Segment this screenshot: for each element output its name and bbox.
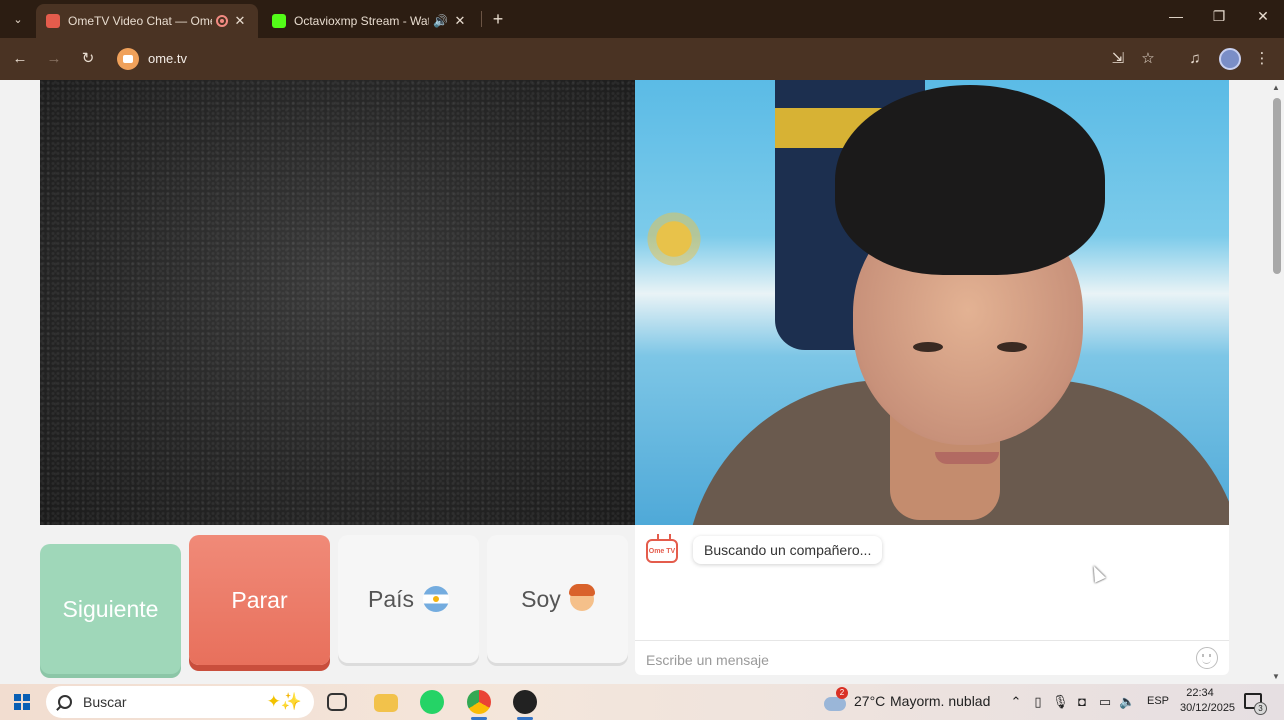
flag-sun-decoration (643, 208, 705, 270)
scroll-down-arrow-icon[interactable]: ▼ (1272, 672, 1280, 681)
language-indicator[interactable]: ESP (1147, 695, 1169, 707)
person-eye (913, 342, 943, 352)
install-app-icon[interactable]: ⇲ (1108, 49, 1128, 69)
file-explorer-icon[interactable] (374, 694, 398, 712)
chat-status-message: Buscando un compañero... (693, 536, 883, 564)
tab-divider (481, 11, 482, 27)
ometv-page: Siguiente Parar País Soy Ome TV Buscando… (0, 80, 1270, 684)
next-button-label: Siguiente (62, 595, 159, 622)
task-view-icon[interactable] (327, 693, 347, 711)
country-filter-button[interactable]: País (338, 535, 479, 663)
tab-search-button[interactable]: ⌄ (6, 7, 30, 31)
close-window-icon[interactable]: ✕ (1253, 8, 1273, 25)
person-hair (835, 85, 1105, 275)
browser-tab-bar: ⌄ OmeTV Video Chat — OmeTV: Chatea con d… (0, 0, 1284, 38)
weather-icon[interactable]: 2 (824, 687, 848, 711)
windows-start-icon[interactable] (14, 694, 30, 710)
network-icon[interactable]: ▭ (1097, 694, 1113, 710)
close-tab-icon[interactable]: ✕ (232, 13, 248, 29)
tab-kick-stream[interactable]: Octavioxmp Stream - Watch Live on Kick 🔊… (262, 4, 478, 38)
ometv-logo-icon: Ome TV (646, 539, 678, 563)
stop-button-label: Parar (231, 586, 288, 613)
kick-favicon-icon (272, 14, 286, 28)
copilot-sparkle-icon: ✦✨ (266, 692, 302, 711)
clock-time: 22:34 (1186, 687, 1214, 699)
minimize-icon[interactable]: — (1166, 8, 1186, 24)
clock-date: 30/12/2025 (1180, 702, 1236, 714)
tab-title: OmeTV Video Chat — OmeTV: Chatea con des… (68, 14, 212, 28)
site-info-icon[interactable] (117, 48, 139, 70)
weather-badge: 2 (836, 687, 848, 699)
chrome-icon[interactable] (467, 690, 491, 714)
show-hidden-icons-chevron-icon[interactable]: ⌃ (1008, 694, 1024, 710)
page-scrollbar[interactable]: ▲ ▼ (1270, 80, 1284, 684)
soy-button-label: Soy (521, 585, 561, 612)
back-icon[interactable]: ← (10, 49, 30, 69)
taskbar-search-box[interactable]: Buscar ✦✨ (46, 686, 314, 718)
profile-avatar[interactable] (1219, 48, 1241, 70)
emoji-picker-icon[interactable] (1196, 647, 1218, 669)
new-tab-button[interactable]: + (488, 9, 508, 29)
next-button[interactable]: Siguiente (40, 544, 181, 674)
person-eye (997, 342, 1027, 352)
scroll-thumb[interactable] (1273, 98, 1281, 274)
stranger-video (40, 80, 635, 525)
weather-temperature[interactable]: 27°C (854, 693, 885, 709)
chat-message-input[interactable] (646, 650, 1186, 670)
obs-icon[interactable] (513, 690, 537, 714)
tab-title: Octavioxmp Stream - Watch Live on Kick (294, 14, 429, 28)
notification-count-badge: 3 (1254, 702, 1267, 715)
microphone-icon[interactable]: 🎙 (1052, 694, 1069, 710)
restore-icon[interactable]: ❐ (1209, 8, 1229, 25)
reload-icon[interactable]: ↻ (78, 49, 98, 69)
menu-kebab-icon[interactable]: ⋮ (1252, 49, 1272, 69)
recording-icon (216, 15, 228, 27)
country-button-label: País (367, 585, 415, 612)
stop-button[interactable]: Parar (189, 535, 330, 665)
logo-text: Ome TV (648, 547, 676, 555)
chat-divider (635, 640, 1229, 641)
device-icon[interactable]: ▯ (1030, 694, 1046, 710)
close-tab-icon[interactable]: ✕ (452, 13, 468, 29)
forward-icon[interactable]: → (44, 49, 64, 69)
address-bar[interactable]: ome.tv (148, 51, 187, 66)
whatsapp-icon[interactable] (420, 690, 444, 714)
system-clock[interactable]: 22:34 30/12/2025 (1180, 686, 1236, 716)
chat-panel: Ome TV Buscando un compañero... (635, 525, 1229, 675)
weather-description[interactable]: Mayorm. nublado (890, 693, 990, 709)
tab-ometv[interactable]: OmeTV Video Chat — OmeTV: Chatea con des… (36, 4, 258, 38)
search-icon (58, 695, 72, 709)
gender-select-button[interactable]: Soy (487, 535, 628, 663)
taskbar-search-label: Buscar (83, 694, 127, 710)
windows-taskbar: Buscar ✦✨ 2 27°C Mayorm. nublado ⌃ ▯ 🎙 ◘… (0, 684, 1284, 720)
person-mouth (935, 452, 999, 464)
bookmark-star-icon[interactable]: ☆ (1138, 49, 1158, 69)
boy-emoji-icon (568, 584, 595, 611)
media-controls-icon[interactable]: ♫ (1185, 49, 1205, 69)
speaker-icon[interactable]: 🔊 (433, 14, 448, 28)
scroll-up-arrow-icon[interactable]: ▲ (1272, 83, 1280, 92)
ometv-favicon-icon (46, 14, 60, 28)
camera-icon[interactable]: ◘ (1074, 694, 1090, 709)
volume-icon[interactable]: 🔈 (1119, 694, 1135, 710)
browser-toolbar: ← → ↻ ome.tv ⇲ ☆ ♫ ⋮ (0, 38, 1284, 80)
argentina-flag-icon (423, 586, 450, 612)
self-video (635, 80, 1229, 525)
